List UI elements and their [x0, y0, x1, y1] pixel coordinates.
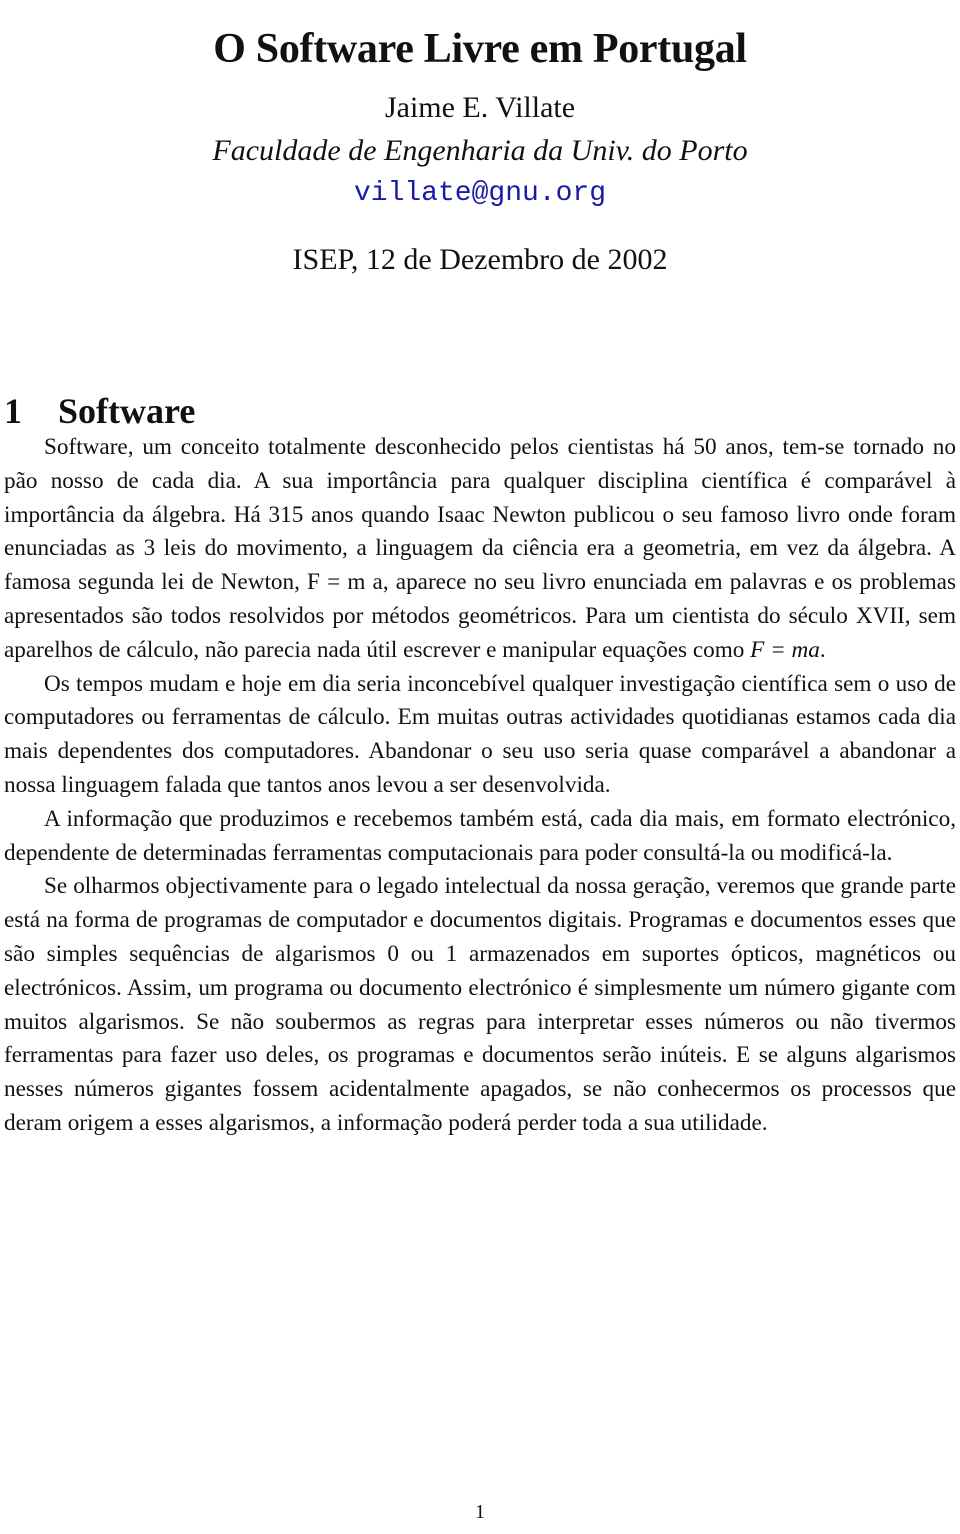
venue-date: ISEP, 12 de Dezembro de 2002	[292, 243, 668, 276]
paragraph-2: Os tempos mudam e hoje em dia seria inco…	[4, 670, 956, 798]
paragraph-1-end: .	[819, 636, 826, 663]
page-number: 1	[475, 1501, 485, 1523]
section-heading: 1 Software	[4, 388, 195, 434]
section-number: 1	[4, 390, 22, 431]
paragraph-1: Software, um conceito totalmente desconh…	[4, 431, 956, 668]
author-email-link[interactable]: villate@gnu.org	[0, 174, 960, 214]
author-affiliation: Faculdade de Engenharia da Univ. do Port…	[212, 134, 748, 167]
section-title: Software	[58, 390, 196, 431]
author-name: Jaime E. Villate	[384, 91, 576, 124]
paragraph-1-text: Software, um conceito totalmente desconh…	[4, 434, 956, 663]
paragraph-3: A informação que produzimos e recebemos …	[4, 805, 956, 866]
paragraph-4: Se olharmos objectivamente para o legado…	[4, 873, 956, 1136]
document-title: O Software Livre em Portugal	[213, 26, 747, 73]
equation-inline: F = ma	[750, 636, 820, 663]
section-body: Software, um conceito totalmente desconh…	[4, 431, 956, 1141]
